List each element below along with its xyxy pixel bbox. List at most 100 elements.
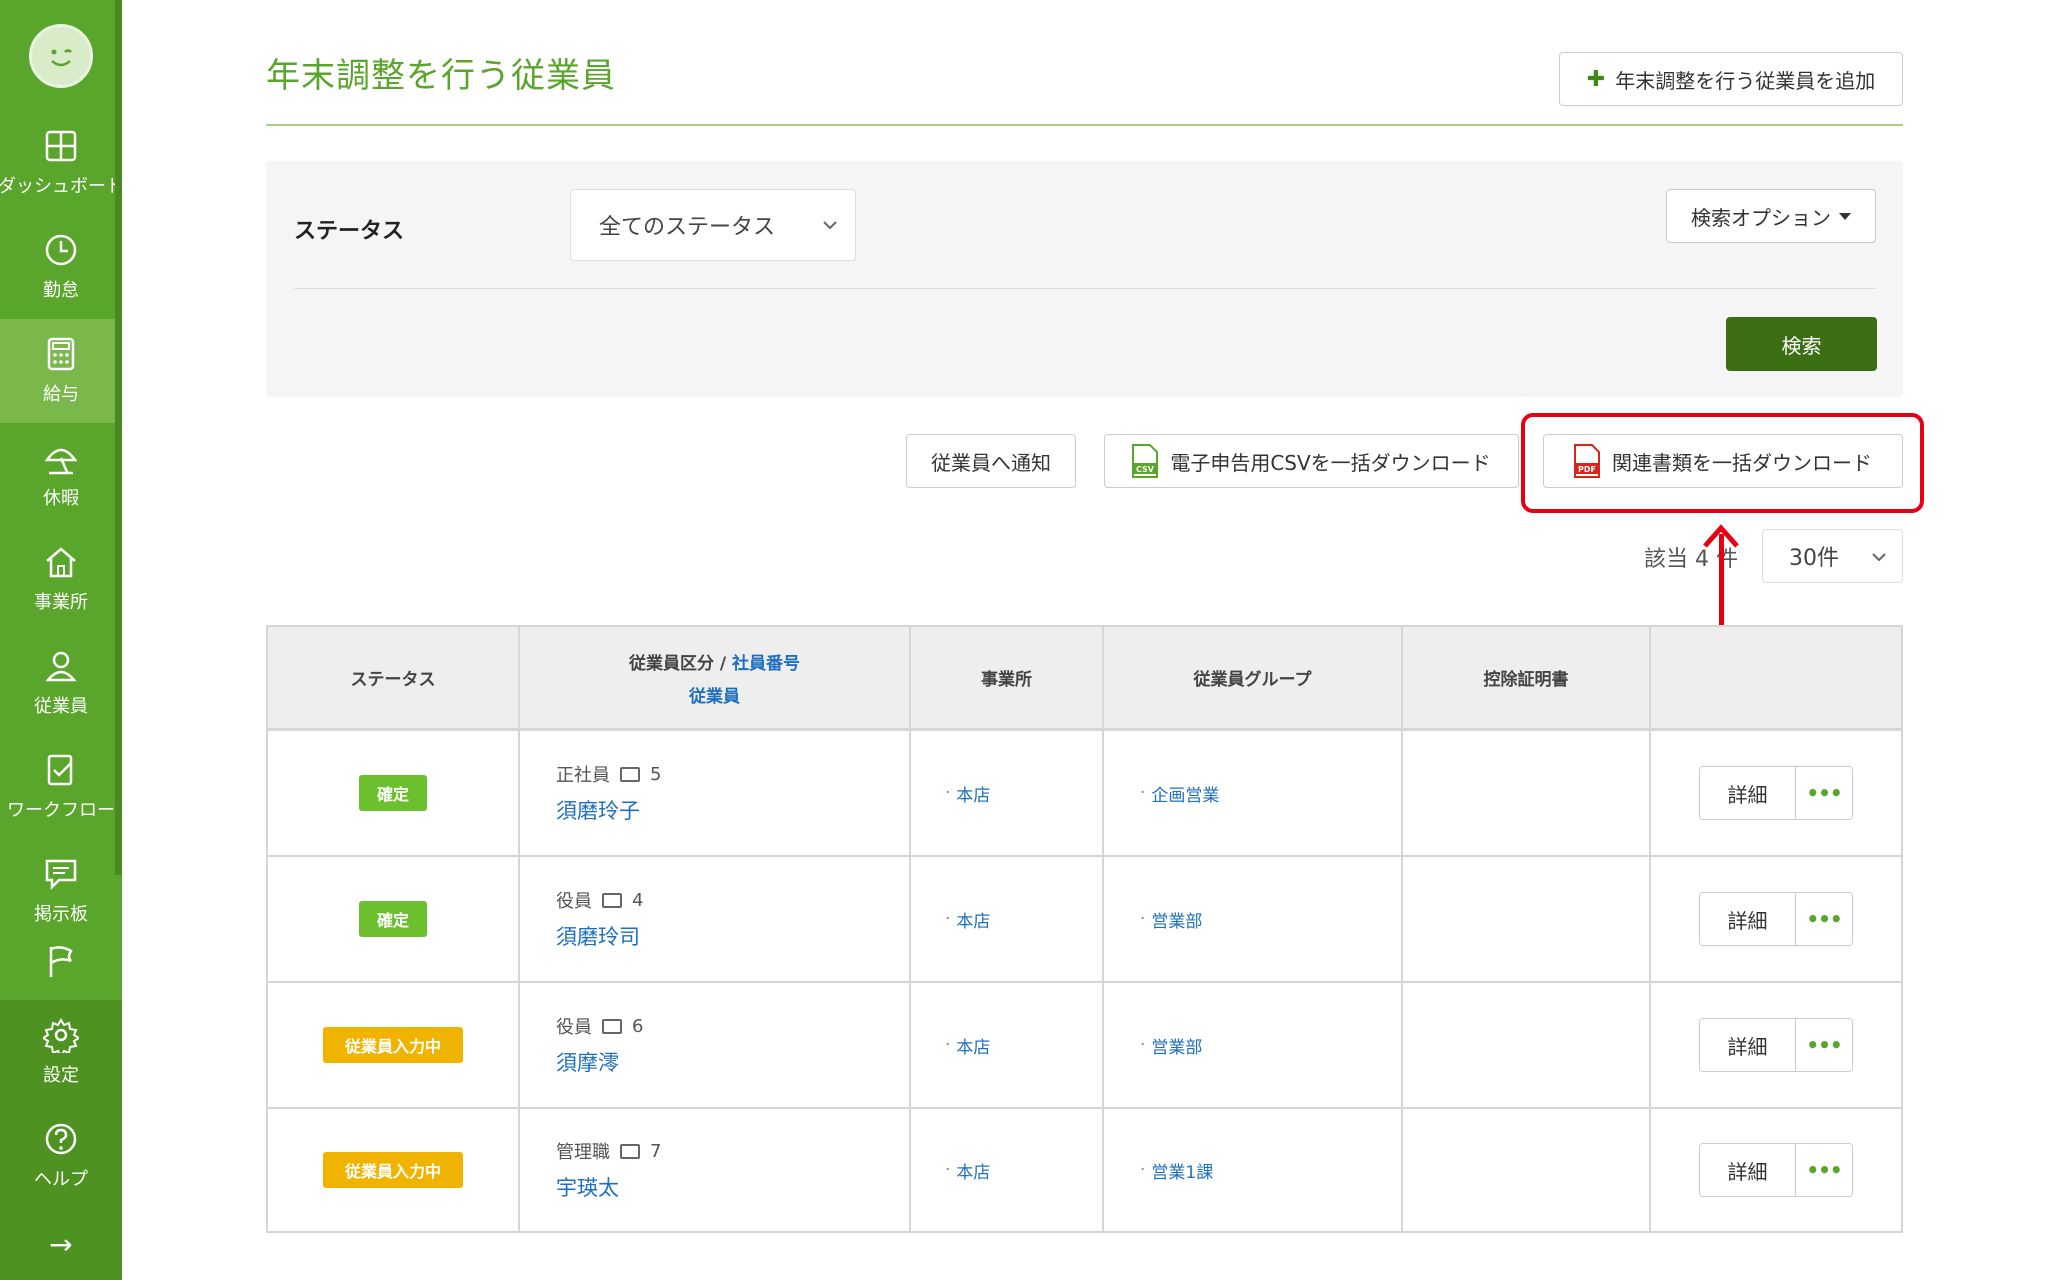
- table-row: 従業員入力中 役員 6 須摩澪 · 本店 · 営業部 詳細 •••: [268, 983, 1901, 1109]
- id-card-icon: [602, 1018, 622, 1034]
- sidebar-item-workflow[interactable]: ワークフロー: [0, 735, 122, 839]
- sidebar-item-label: 設定: [43, 1065, 79, 1086]
- sidebar-item-label: ヘルプ: [34, 1169, 88, 1190]
- header-certificate: 控除証明書: [1403, 627, 1651, 728]
- header-actions: [1651, 627, 1901, 728]
- dashboard-icon: [45, 130, 77, 162]
- sidebar-item-office[interactable]: 事業所: [0, 527, 122, 631]
- chevron-down-icon: [1872, 553, 1886, 562]
- workflow-icon: [47, 754, 73, 786]
- table-header: ステータス 従業員区分 / 社員番号 従業員 事業所 従業員グループ 控除証明書: [268, 627, 1901, 731]
- employee-type: 役員: [556, 891, 592, 912]
- office-link[interactable]: 本店: [956, 1033, 990, 1058]
- sidebar-item-employees[interactable]: 従業員: [0, 631, 122, 735]
- actions-cell: 詳細 •••: [1651, 983, 1901, 1107]
- actions-cell: 詳細 •••: [1651, 857, 1901, 981]
- person-icon: [45, 651, 77, 682]
- status-badge: 従業員入力中: [322, 1027, 463, 1063]
- group-link[interactable]: 企画営業: [1151, 781, 1219, 806]
- header-employee-name[interactable]: 従業員: [689, 682, 740, 707]
- header-office: 事業所: [911, 627, 1104, 728]
- sidebar-item-label: 従業員: [34, 696, 88, 717]
- status-cell: 従業員入力中: [268, 1109, 520, 1231]
- table-row: 確定 正社員 5 須磨玲子 · 本店 · 企画営業 詳細 •••: [268, 731, 1901, 857]
- arrow-up-icon: [1703, 524, 1739, 548]
- avatar[interactable]: [29, 23, 93, 88]
- office-cell: · 本店: [911, 983, 1104, 1107]
- group-link[interactable]: 営業1課: [1151, 1158, 1213, 1183]
- employee-name-link[interactable]: 須磨玲司: [556, 921, 640, 951]
- detail-button[interactable]: 詳細: [1700, 1144, 1796, 1196]
- header-slash: /: [719, 653, 727, 674]
- svg-text:CSV: CSV: [1136, 465, 1155, 474]
- chevron-down-icon: [823, 221, 837, 230]
- message-icon: [45, 859, 77, 891]
- group-link[interactable]: 営業部: [1151, 1033, 1202, 1058]
- status-badge: 確定: [358, 901, 427, 937]
- sidebar: ダッシュボード 勤怠 給与 休暇 事業所 従業員 ワークフロー 掲示板 設定 ヘ…: [0, 0, 124, 1280]
- status-badge: 従業員入力中: [322, 1152, 463, 1188]
- add-employee-button[interactable]: ✚ 年末調整を行う従業員を追加: [1559, 52, 1903, 106]
- group-link[interactable]: 営業部: [1151, 907, 1202, 932]
- office-link[interactable]: 本店: [956, 907, 990, 932]
- notify-employees-button[interactable]: 従業員へ通知: [906, 434, 1076, 488]
- sidebar-item-settings[interactable]: 設定: [0, 1000, 122, 1104]
- sidebar-item-payroll[interactable]: 給与: [0, 319, 122, 423]
- csv-file-icon: CSV: [1132, 444, 1159, 478]
- help-icon: [45, 1123, 77, 1155]
- group-cell: · 企画営業: [1104, 731, 1403, 855]
- sidebar-bottom: 設定 ヘルプ →: [0, 1000, 122, 1280]
- id-card-icon: [620, 766, 640, 782]
- add-employee-label: 年末調整を行う従業員を追加: [1615, 68, 1876, 93]
- employee-name-link[interactable]: 須摩澪: [556, 1047, 619, 1077]
- sidebar-item-leave[interactable]: 休暇: [0, 423, 122, 527]
- employee-name-link[interactable]: 須磨玲子: [556, 795, 640, 825]
- search-button[interactable]: 検索: [1726, 317, 1877, 371]
- detail-button-group: 詳細 •••: [1699, 1143, 1853, 1197]
- employee-cell: 正社員 5 須磨玲子: [520, 731, 911, 855]
- collapse-arrow-icon[interactable]: →: [0, 1208, 122, 1280]
- csv-download-button[interactable]: CSV 電子申告用CSVを一括ダウンロード: [1104, 434, 1519, 488]
- gear-icon: [43, 1018, 79, 1053]
- employee-cell: 管理職 7 宇瑛太: [520, 1109, 911, 1231]
- header-employee-number[interactable]: 社員番号: [732, 654, 800, 674]
- detail-button[interactable]: 詳細: [1700, 893, 1796, 945]
- office-cell: · 本店: [911, 731, 1104, 855]
- detail-button[interactable]: 詳細: [1700, 767, 1796, 819]
- group-cell: · 営業1課: [1104, 1109, 1403, 1231]
- detail-button[interactable]: 詳細: [1700, 1019, 1796, 1071]
- certificate-cell: [1403, 983, 1651, 1107]
- sidebar-item-label: 給与: [43, 384, 79, 405]
- sidebar-item-label: 休暇: [43, 488, 79, 509]
- employee-number: 6: [632, 1015, 644, 1037]
- status-badge: 確定: [358, 775, 427, 811]
- per-page-select[interactable]: 30件: [1762, 529, 1903, 583]
- more-options-icon[interactable]: •••: [1796, 767, 1852, 819]
- employee-number: 4: [632, 889, 644, 911]
- employee-meta: 正社員 5: [556, 761, 661, 787]
- status-select[interactable]: 全てのステータス: [570, 189, 856, 261]
- sidebar-scroll-rail[interactable]: [115, 0, 122, 875]
- more-options-icon[interactable]: •••: [1796, 1019, 1852, 1071]
- more-options-icon[interactable]: •••: [1796, 1144, 1852, 1196]
- office-link[interactable]: 本店: [956, 1158, 990, 1183]
- sidebar-item-label: 掲示板: [34, 904, 88, 925]
- title-divider: [266, 124, 1903, 126]
- page-title: 年末調整を行う従業員: [266, 56, 616, 96]
- sidebar-item-flag[interactable]: [0, 943, 122, 1003]
- sidebar-item-help[interactable]: ヘルプ: [0, 1104, 122, 1208]
- employee-type: 役員: [556, 1017, 592, 1038]
- search-options-button[interactable]: 検索オプション: [1666, 189, 1876, 243]
- sidebar-item-dashboard[interactable]: ダッシュボード: [0, 111, 124, 215]
- employee-table: ステータス 従業員区分 / 社員番号 従業員 事業所 従業員グループ 控除証明書…: [266, 625, 1903, 1233]
- office-link[interactable]: 本店: [956, 781, 990, 806]
- header-status[interactable]: ステータス: [268, 627, 520, 728]
- more-options-icon[interactable]: •••: [1796, 893, 1852, 945]
- calculator-icon: [47, 337, 75, 371]
- sidebar-item-board[interactable]: 掲示板: [0, 839, 122, 943]
- sidebar-item-label: ダッシュボード: [0, 176, 124, 197]
- sidebar-item-attendance[interactable]: 勤怠: [0, 215, 122, 319]
- office-cell: · 本店: [911, 1109, 1104, 1231]
- per-page-value: 30件: [1789, 546, 1839, 571]
- employee-name-link[interactable]: 宇瑛太: [556, 1172, 619, 1202]
